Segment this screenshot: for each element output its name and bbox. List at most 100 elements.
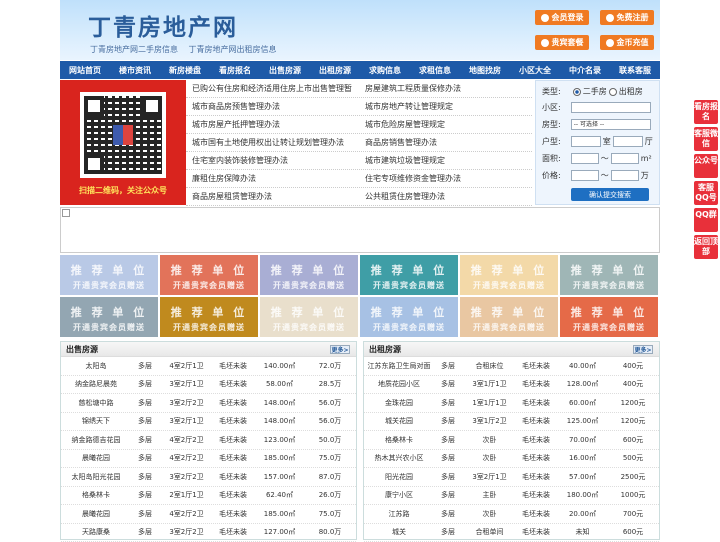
- sale-more-button[interactable]: 更多>: [330, 345, 350, 354]
- table-cell[interactable]: 城关花园: [364, 416, 434, 426]
- table-cell[interactable]: 晨曦花园: [61, 453, 131, 463]
- table-cell[interactable]: 城关: [364, 527, 434, 537]
- recommend-tile[interactable]: 推 荐 单 位开通贵宾会员赠送: [360, 255, 458, 295]
- policy-link[interactable]: 已购公有住房和经济适用住房上市出售管理暂: [186, 83, 359, 94]
- table-cell[interactable]: 格桑林卡: [61, 490, 131, 500]
- policy-link[interactable]: 公共租赁住房管理办法: [359, 191, 532, 202]
- recommend-tile[interactable]: 推 荐 单 位开通贵宾会员赠送: [160, 297, 258, 337]
- policy-link[interactable]: 房屋建筑工程质量保修办法: [359, 83, 532, 94]
- house-type-select[interactable]: -- 可选择 --: [571, 119, 651, 130]
- policy-link[interactable]: 廉租住房保障办法: [186, 173, 359, 184]
- side-back-to-top[interactable]: 返回顶部: [694, 235, 718, 259]
- table-row[interactable]: 锦绣天下多层3室2厅1卫毛坯未装148.00㎡56.0万: [61, 413, 356, 432]
- table-cell[interactable]: 太阳岛: [61, 361, 131, 371]
- table-row[interactable]: 格桑林卡多层次卧毛坯未装70.00㎡600元: [364, 431, 659, 450]
- table-cell[interactable]: 太阳岛阳光花园: [61, 472, 131, 482]
- nav-wanted-rent[interactable]: 求租信息: [410, 61, 460, 79]
- nav-new-homes[interactable]: 新房楼盘: [160, 61, 210, 79]
- hall-select[interactable]: [613, 136, 643, 147]
- price-max-input[interactable]: [611, 170, 639, 181]
- table-cell[interactable]: 地质花园小区: [364, 379, 434, 389]
- nav-agents[interactable]: 中介名录: [560, 61, 610, 79]
- nav-rent[interactable]: 出租房源: [310, 61, 360, 79]
- table-row[interactable]: 热木其兴农小区多层次卧毛坯未装16.00㎡500元: [364, 450, 659, 469]
- table-row[interactable]: 江苏东路卫生局对面多层合租床位毛坯未装40.00㎡400元: [364, 357, 659, 376]
- table-cell[interactable]: 天路康桑: [61, 527, 131, 537]
- nav-viewing[interactable]: 看房报名: [210, 61, 260, 79]
- radio-secondhand[interactable]: [573, 88, 581, 96]
- link-secondhand[interactable]: 丁青房地产网二手房信息: [90, 45, 178, 54]
- table-row[interactable]: 慈松塘中路多层3室2厅2卫毛坯未装148.00㎡56.0万: [61, 394, 356, 413]
- policy-link[interactable]: 城市危险房屋管理规定: [359, 119, 532, 130]
- policy-link[interactable]: 城市商品房预售管理办法: [186, 101, 359, 112]
- table-cell[interactable]: 江苏路: [364, 509, 434, 519]
- search-submit-button[interactable]: 确认提交搜索: [571, 188, 649, 201]
- table-cell[interactable]: 热木其兴农小区: [364, 453, 434, 463]
- recommend-tile[interactable]: 推 荐 单 位开通贵宾会员赠送: [560, 255, 658, 295]
- nav-map[interactable]: 地图找房: [460, 61, 510, 79]
- link-rental[interactable]: 丁青房地产网出租房信息: [189, 45, 277, 54]
- banner-ad[interactable]: [60, 207, 660, 253]
- community-input[interactable]: [571, 102, 651, 113]
- vip-package-button[interactable]: 贵宾套餐: [535, 35, 589, 50]
- table-cell[interactable]: 纳金路尼晨苑: [61, 379, 131, 389]
- recommend-tile[interactable]: 推 荐 单 位开通贵宾会员赠送: [260, 297, 358, 337]
- table-cell[interactable]: 锦绣天下: [61, 416, 131, 426]
- table-row[interactable]: 阳光花园多层3室2厅1卫毛坯未装57.00㎡2500元: [364, 468, 659, 487]
- nav-sale[interactable]: 出售房源: [260, 61, 310, 79]
- table-row[interactable]: 康宁小区多层主卧毛坯未装180.00㎡1000元: [364, 487, 659, 506]
- recommend-tile[interactable]: 推 荐 单 位开通贵宾会员赠送: [460, 297, 558, 337]
- policy-link[interactable]: 城市房屋产抵押管理办法: [186, 119, 359, 130]
- table-row[interactable]: 太阳岛阳光花园多层3室2厅2卫毛坯未装157.00㎡87.0万: [61, 468, 356, 487]
- room-select[interactable]: [571, 136, 601, 147]
- price-min-input[interactable]: [571, 170, 599, 181]
- table-cell[interactable]: 晨曦花园: [61, 509, 131, 519]
- policy-link[interactable]: 商品房销售管理办法: [359, 137, 532, 148]
- policy-link[interactable]: 住宅室内装饰装修管理办法: [186, 155, 359, 166]
- policy-link[interactable]: 城市国有土地使用权出让转让规划管理办法: [186, 137, 359, 148]
- table-row[interactable]: 纳金路尼晨苑多层3室2厅1卫毛坯未装58.00㎡28.5万: [61, 376, 356, 395]
- table-row[interactable]: 晨曦花园多层4室2厅2卫毛坯未装185.00㎡75.0万: [61, 505, 356, 524]
- table-cell[interactable]: 纳金路德吉花园: [61, 435, 131, 445]
- recommend-tile[interactable]: 推 荐 单 位开通贵宾会员赠送: [460, 255, 558, 295]
- size-min-input[interactable]: [571, 153, 599, 164]
- table-row[interactable]: 地质花园小区多层3室1厅1卫毛坯未装128.00㎡400元: [364, 376, 659, 395]
- table-row[interactable]: 天路康桑多层3室2厅2卫毛坯未装127.00㎡80.0万: [61, 524, 356, 542]
- recommend-tile[interactable]: 推 荐 单 位开通贵宾会员赠送: [560, 297, 658, 337]
- policy-link[interactable]: 商品房屋租赁管理办法: [186, 191, 359, 202]
- table-cell[interactable]: 金珠花园: [364, 398, 434, 408]
- nav-news[interactable]: 楼市资讯: [110, 61, 160, 79]
- side-qq-group[interactable]: QQ群: [694, 208, 718, 232]
- nav-wanted-buy[interactable]: 求购信息: [360, 61, 410, 79]
- size-max-input[interactable]: [611, 153, 639, 164]
- table-row[interactable]: 城关多层合租单间毛坯未装未知600元: [364, 524, 659, 542]
- recharge-button[interactable]: 金币充值: [600, 35, 654, 50]
- nav-communities[interactable]: 小区大全: [510, 61, 560, 79]
- table-cell[interactable]: 康宁小区: [364, 490, 434, 500]
- table-row[interactable]: 城关花园多层3室1厅2卫毛坯未装125.00㎡1200元: [364, 413, 659, 432]
- side-qq[interactable]: 客服QQ号: [694, 181, 718, 205]
- policy-link[interactable]: 城市房地产转让管理规定: [359, 101, 532, 112]
- policy-link[interactable]: 城市建筑垃圾管理规定: [359, 155, 532, 166]
- login-button[interactable]: 会员登录: [535, 10, 589, 25]
- table-row[interactable]: 晨曦花园多层4室2厅2卫毛坯未装185.00㎡75.0万: [61, 450, 356, 469]
- nav-support[interactable]: 联系客服: [610, 61, 660, 79]
- radio-rental[interactable]: [609, 88, 617, 96]
- site-logo[interactable]: 丁青房地产网: [88, 8, 238, 42]
- side-wechat[interactable]: 客服微信: [694, 127, 718, 151]
- table-cell[interactable]: 江苏东路卫生局对面: [364, 361, 434, 371]
- table-row[interactable]: 纳金路德吉花园多层4室2厅2卫毛坯未装123.00㎡50.0万: [61, 431, 356, 450]
- policy-link[interactable]: 住宅专项维修资金管理办法: [359, 173, 532, 184]
- table-cell[interactable]: 阳光花园: [364, 472, 434, 482]
- nav-home[interactable]: 网站首页: [60, 61, 110, 79]
- recommend-tile[interactable]: 推 荐 单 位开通贵宾会员赠送: [60, 297, 158, 337]
- register-button[interactable]: 免费注册: [600, 10, 654, 25]
- table-cell[interactable]: 格桑林卡: [364, 435, 434, 445]
- recommend-tile[interactable]: 推 荐 单 位开通贵宾会员赠送: [60, 255, 158, 295]
- recommend-tile[interactable]: 推 荐 单 位开通贵宾会员赠送: [160, 255, 258, 295]
- side-official-account[interactable]: 公众号: [694, 154, 718, 178]
- table-cell[interactable]: 慈松塘中路: [61, 398, 131, 408]
- recommend-tile[interactable]: 推 荐 单 位开通贵宾会员赠送: [360, 297, 458, 337]
- rent-more-button[interactable]: 更多>: [633, 345, 653, 354]
- table-row[interactable]: 金珠花园多层1室1厅1卫毛坯未装60.00㎡1200元: [364, 394, 659, 413]
